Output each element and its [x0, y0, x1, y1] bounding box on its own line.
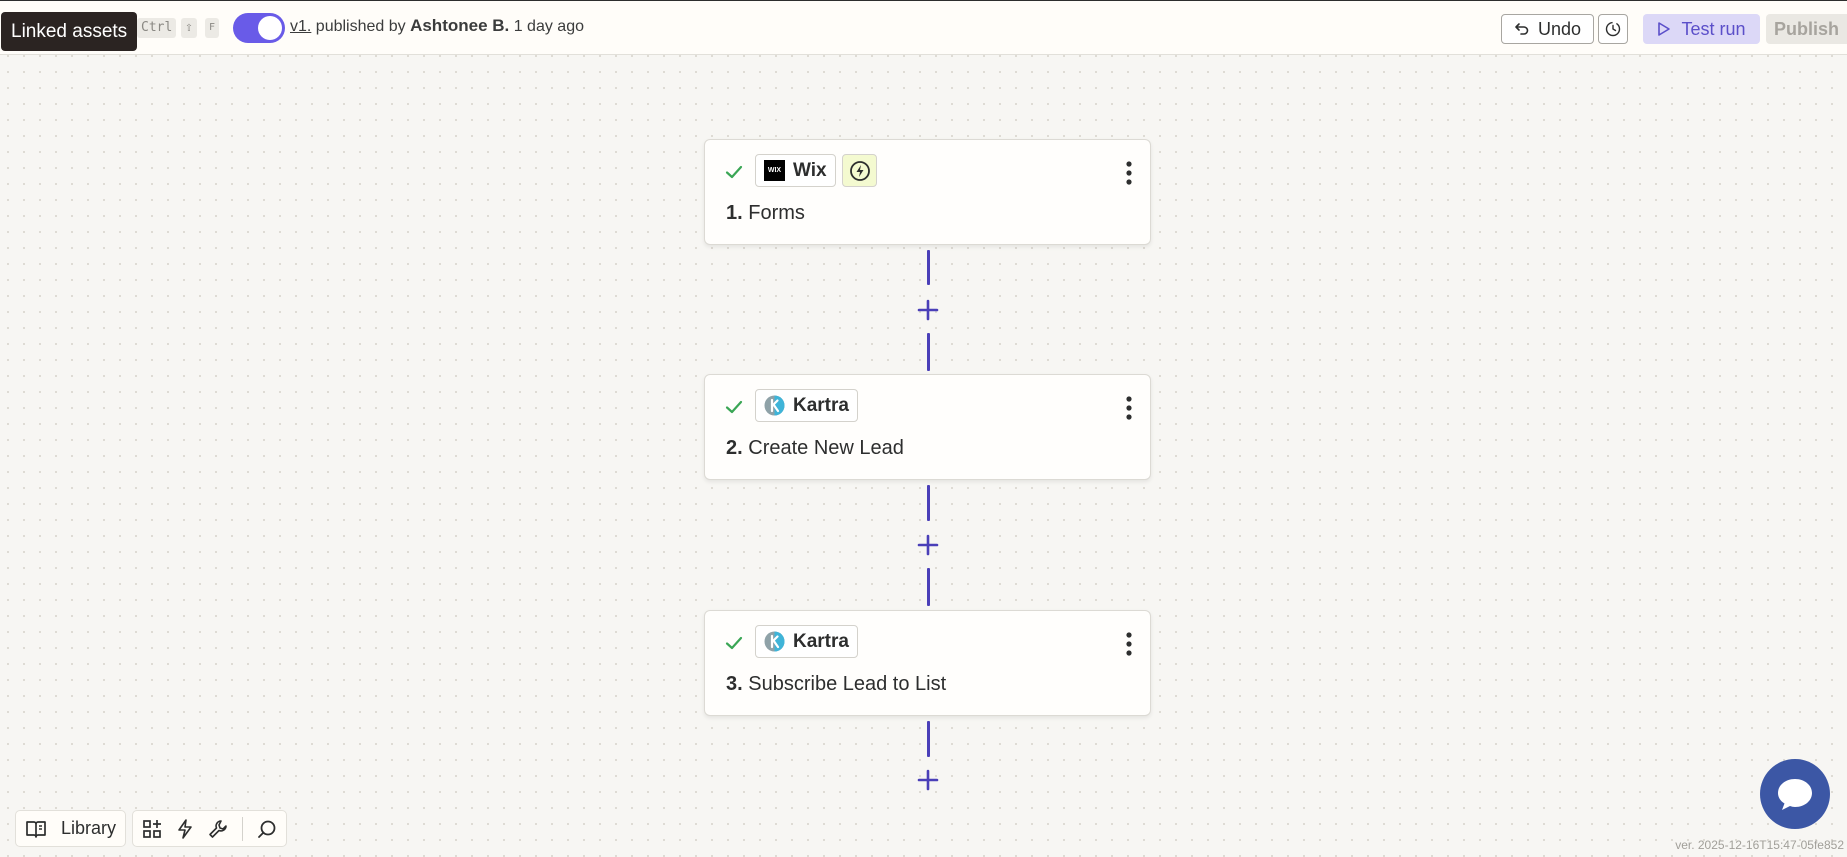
check-icon [725, 400, 743, 414]
bottom-toolbar: Library [15, 810, 288, 847]
step-title: 2. Create New Lead [726, 437, 904, 460]
connector-line [927, 721, 930, 757]
play-icon [1658, 22, 1671, 36]
check-icon [725, 636, 743, 650]
instant-trigger-badge [842, 154, 877, 187]
toolbar-divider [242, 816, 244, 841]
lightning-icon[interactable] [176, 818, 194, 839]
app-name: Kartra [793, 394, 849, 416]
test-run-label: Test run [1681, 18, 1746, 39]
step-card-2[interactable]: Kartra 2. Create New Lead [704, 374, 1151, 480]
connector-line [927, 568, 930, 606]
connector-line [927, 333, 930, 371]
published-time: 1 day ago [509, 18, 584, 35]
step-title: 1. Forms [726, 202, 805, 225]
publish-label: Publish [1773, 18, 1839, 39]
check-icon [725, 165, 743, 179]
more-options-icon[interactable] [1126, 161, 1132, 185]
app-badge-kartra[interactable]: Kartra [755, 389, 858, 422]
linked-assets-tooltip: Linked assets [1, 12, 138, 51]
step-number: 3. [726, 673, 743, 695]
connector-line [927, 485, 930, 521]
publish-button[interactable]: Publish [1766, 14, 1847, 44]
library-button[interactable]: Library [15, 810, 127, 847]
app-name: Wix [793, 159, 827, 181]
wix-logo-icon: WIX [764, 160, 785, 181]
history-icon [1605, 21, 1621, 37]
top-bar: Linked assets Ctrl ⇧ F v1. published by … [0, 0, 1847, 55]
connector-line [927, 250, 930, 285]
undo-icon [1515, 23, 1529, 35]
build-version-text: ver. 2025-12-16T15:47-05fe852 [1675, 838, 1844, 852]
app-badge-kartra[interactable]: Kartra [755, 625, 858, 658]
published-by-text: published by [311, 18, 411, 35]
library-label: Library [61, 818, 117, 838]
version-link[interactable]: v1. [290, 18, 311, 35]
add-step-plus-icon[interactable] [916, 298, 940, 322]
kartra-logo-icon [764, 631, 785, 652]
add-step-plus-icon[interactable] [916, 768, 940, 792]
step-action-name: Create New Lead [748, 437, 904, 459]
step-number: 1. [726, 202, 743, 224]
book-icon [26, 820, 46, 838]
step-card-1[interactable]: WIX Wix 1. Forms [704, 139, 1151, 245]
toggle-knob [258, 16, 282, 40]
add-step-plus-icon[interactable] [916, 533, 940, 557]
step-number: 2. [726, 437, 743, 459]
step-action-name: Forms [748, 202, 805, 224]
step-action-name: Subscribe Lead to List [748, 673, 947, 695]
chat-support-button[interactable] [1760, 759, 1830, 829]
undo-label: Undo [1537, 18, 1582, 39]
kartra-logo-icon [764, 395, 785, 416]
test-run-button[interactable]: Test run [1643, 14, 1760, 44]
step-card-3[interactable]: Kartra 3. Subscribe Lead to List [704, 610, 1151, 716]
shortcut-key-shift: ⇧ [181, 18, 197, 38]
version-history-button[interactable] [1598, 14, 1628, 44]
author-name: Ashtonee B. [410, 16, 510, 35]
shortcut-key-ctrl: Ctrl [137, 18, 177, 38]
shortcut-key-f: F [205, 18, 220, 38]
version-info: v1. published by Ashtonee B. 1 day ago [290, 16, 584, 36]
chat-bubble-icon [1778, 779, 1812, 810]
apps-grid-icon[interactable] [142, 819, 162, 839]
app-badge-wix[interactable]: WIX Wix [755, 154, 836, 187]
tools-group [132, 810, 288, 847]
search-icon[interactable] [257, 819, 277, 839]
wrench-icon[interactable] [208, 819, 228, 839]
more-options-icon[interactable] [1126, 396, 1132, 420]
lightning-bolt-icon [849, 160, 870, 181]
more-options-icon[interactable] [1126, 632, 1132, 656]
app-name: Kartra [793, 630, 849, 652]
step-title: 3. Subscribe Lead to List [726, 673, 946, 696]
zap-on-off-toggle[interactable] [233, 13, 285, 43]
undo-button[interactable]: Undo [1501, 14, 1594, 44]
